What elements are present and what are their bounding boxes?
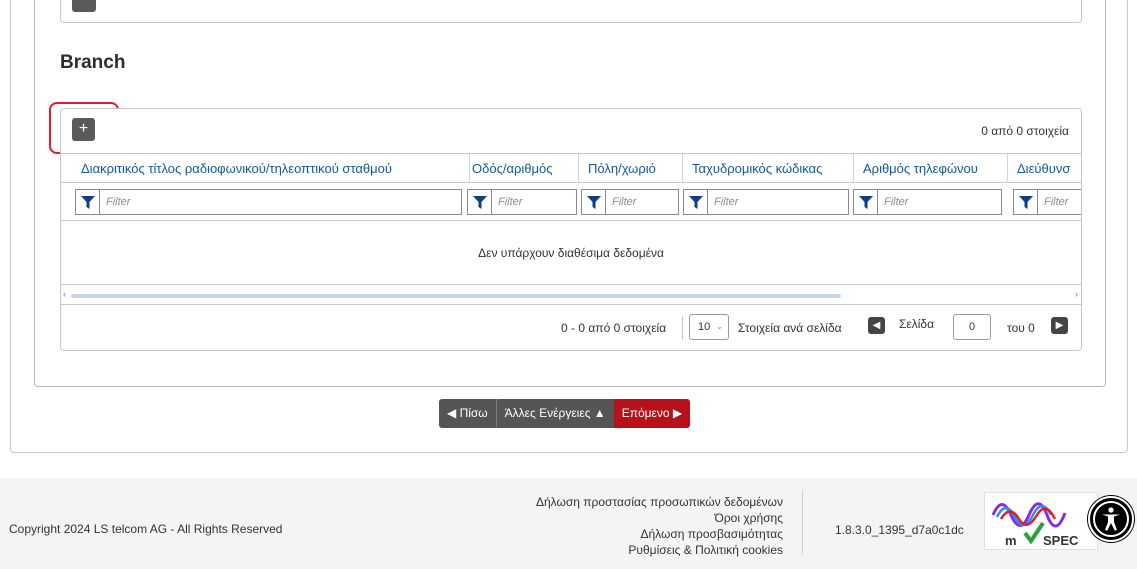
filter-row: Filter Filter Filter Filter Filter Filte…: [61, 183, 1081, 221]
filter-placeholder: Filter: [498, 196, 523, 208]
page-size-select[interactable]: 10 ⌄: [689, 314, 729, 340]
terms-link[interactable]: Όροι χρήσης: [536, 510, 783, 526]
filter-cell[interactable]: Filter: [1013, 189, 1081, 215]
version-text: 1.8.3.0_1395_d7a0c1dc: [835, 523, 964, 537]
column-header-street[interactable]: Οδός/αριθμός: [463, 154, 579, 183]
pager-info: 0 - 0 από 0 στοιχεία: [561, 321, 667, 335]
scroll-right-icon[interactable]: ›: [1075, 289, 1078, 299]
pager-divider: [682, 316, 683, 340]
filter-icon[interactable]: [684, 190, 708, 214]
filter-icon[interactable]: [1014, 190, 1038, 214]
page-label: Σελίδα: [899, 317, 935, 331]
grid-toolbar: + 0 από 0 στοιχεία: [61, 109, 1081, 153]
item-count: 0 από 0 στοιχεία: [981, 124, 1069, 138]
pager: 0 - 0 από 0 στοιχεία 10 ⌄ Στοιχεία ανά σε…: [61, 306, 1081, 350]
back-button[interactable]: ◀ Πίσω: [439, 399, 496, 428]
filter-placeholder: Filter: [714, 196, 739, 208]
filter-placeholder: Filter: [884, 196, 909, 208]
copyright-text: Copyright 2024 LS telcom AG - All Rights…: [9, 522, 283, 536]
filter-placeholder: Filter: [106, 196, 131, 208]
page-number-input[interactable]: 0: [953, 314, 991, 340]
filter-placeholder: Filter: [1044, 196, 1069, 208]
column-header-phone[interactable]: Αριθμός τηλεφώνου: [854, 154, 1008, 183]
filter-icon[interactable]: [468, 190, 492, 214]
filter-cell[interactable]: Filter: [581, 189, 679, 215]
filter-icon[interactable]: [76, 190, 100, 214]
horizontal-scrollbar[interactable]: ‹ ›: [61, 285, 1081, 305]
filter-cell[interactable]: Filter: [683, 189, 849, 215]
prev-page-button[interactable]: ◀: [868, 317, 885, 334]
more-actions-button[interactable]: Άλλες Ενέργειες ▲: [495, 399, 614, 428]
scroll-left-icon[interactable]: ‹: [63, 289, 66, 299]
empty-message: Δεν υπάρχουν διαθέσιμα δεδομένα: [61, 221, 1081, 285]
column-header-city[interactable]: Πόλη/χωριό: [579, 154, 683, 183]
filter-icon[interactable]: [582, 190, 606, 214]
action-bar: ◀ Πίσω Άλλες Ενέργειες ▲ Επόμενο ▶: [439, 399, 691, 428]
previous-grid-button[interactable]: [72, 0, 96, 12]
cookies-link[interactable]: Ρυθμίσεις & Πολιτική cookies: [536, 542, 783, 558]
footer: Copyright 2024 LS telcom AG - All Rights…: [0, 478, 1137, 569]
column-header-postal-code[interactable]: Ταχυδρομικός κώδικας: [683, 154, 854, 183]
svg-text:SPEC: SPEC: [1043, 533, 1079, 548]
filter-placeholder: Filter: [612, 196, 637, 208]
column-header-address[interactable]: Διεύθυνσ: [1008, 154, 1081, 183]
page-size-value: 10: [698, 321, 711, 333]
accessibility-icon[interactable]: [1088, 496, 1134, 542]
scrollbar-thumb[interactable]: [71, 294, 841, 298]
column-header-station-title[interactable]: Διακριτικός τίτλος ραδιοφωνικού/τηλεοπτι…: [72, 154, 470, 183]
filter-cell[interactable]: Filter: [467, 189, 577, 215]
next-button[interactable]: Επόμενο ▶: [613, 399, 691, 428]
previous-grid-bottom: [60, 0, 1082, 23]
per-page-label: Στοιχεία ανά σελίδα: [738, 321, 842, 335]
svg-text:m: m: [1005, 533, 1017, 548]
next-page-button[interactable]: ▶: [1051, 317, 1068, 334]
chevron-down-icon: ⌄: [716, 322, 723, 331]
accessibility-link[interactable]: Δήλωση προσβασιμότητας: [536, 526, 783, 542]
section-title: Branch: [60, 52, 126, 73]
filter-icon[interactable]: [854, 190, 878, 214]
page-total: του 0: [1007, 321, 1035, 335]
footer-links: Δήλωση προστασίας προσωπικών δεδομένων Ό…: [536, 494, 783, 558]
column-header-row: Διακριτικός τίτλος ραδιοφωνικού/τηλεοπτι…: [61, 153, 1081, 183]
add-row-button[interactable]: +: [72, 118, 95, 141]
myspec-logo: m SPEC: [984, 492, 1098, 550]
filter-cell[interactable]: Filter: [853, 189, 1002, 215]
filter-cell[interactable]: Filter: [75, 189, 462, 215]
footer-divider: [802, 490, 803, 554]
privacy-link[interactable]: Δήλωση προστασίας προσωπικών δεδομένων: [536, 494, 783, 510]
branch-grid: + 0 από 0 στοιχεία Διακριτικός τίτλος ρα…: [60, 108, 1082, 351]
